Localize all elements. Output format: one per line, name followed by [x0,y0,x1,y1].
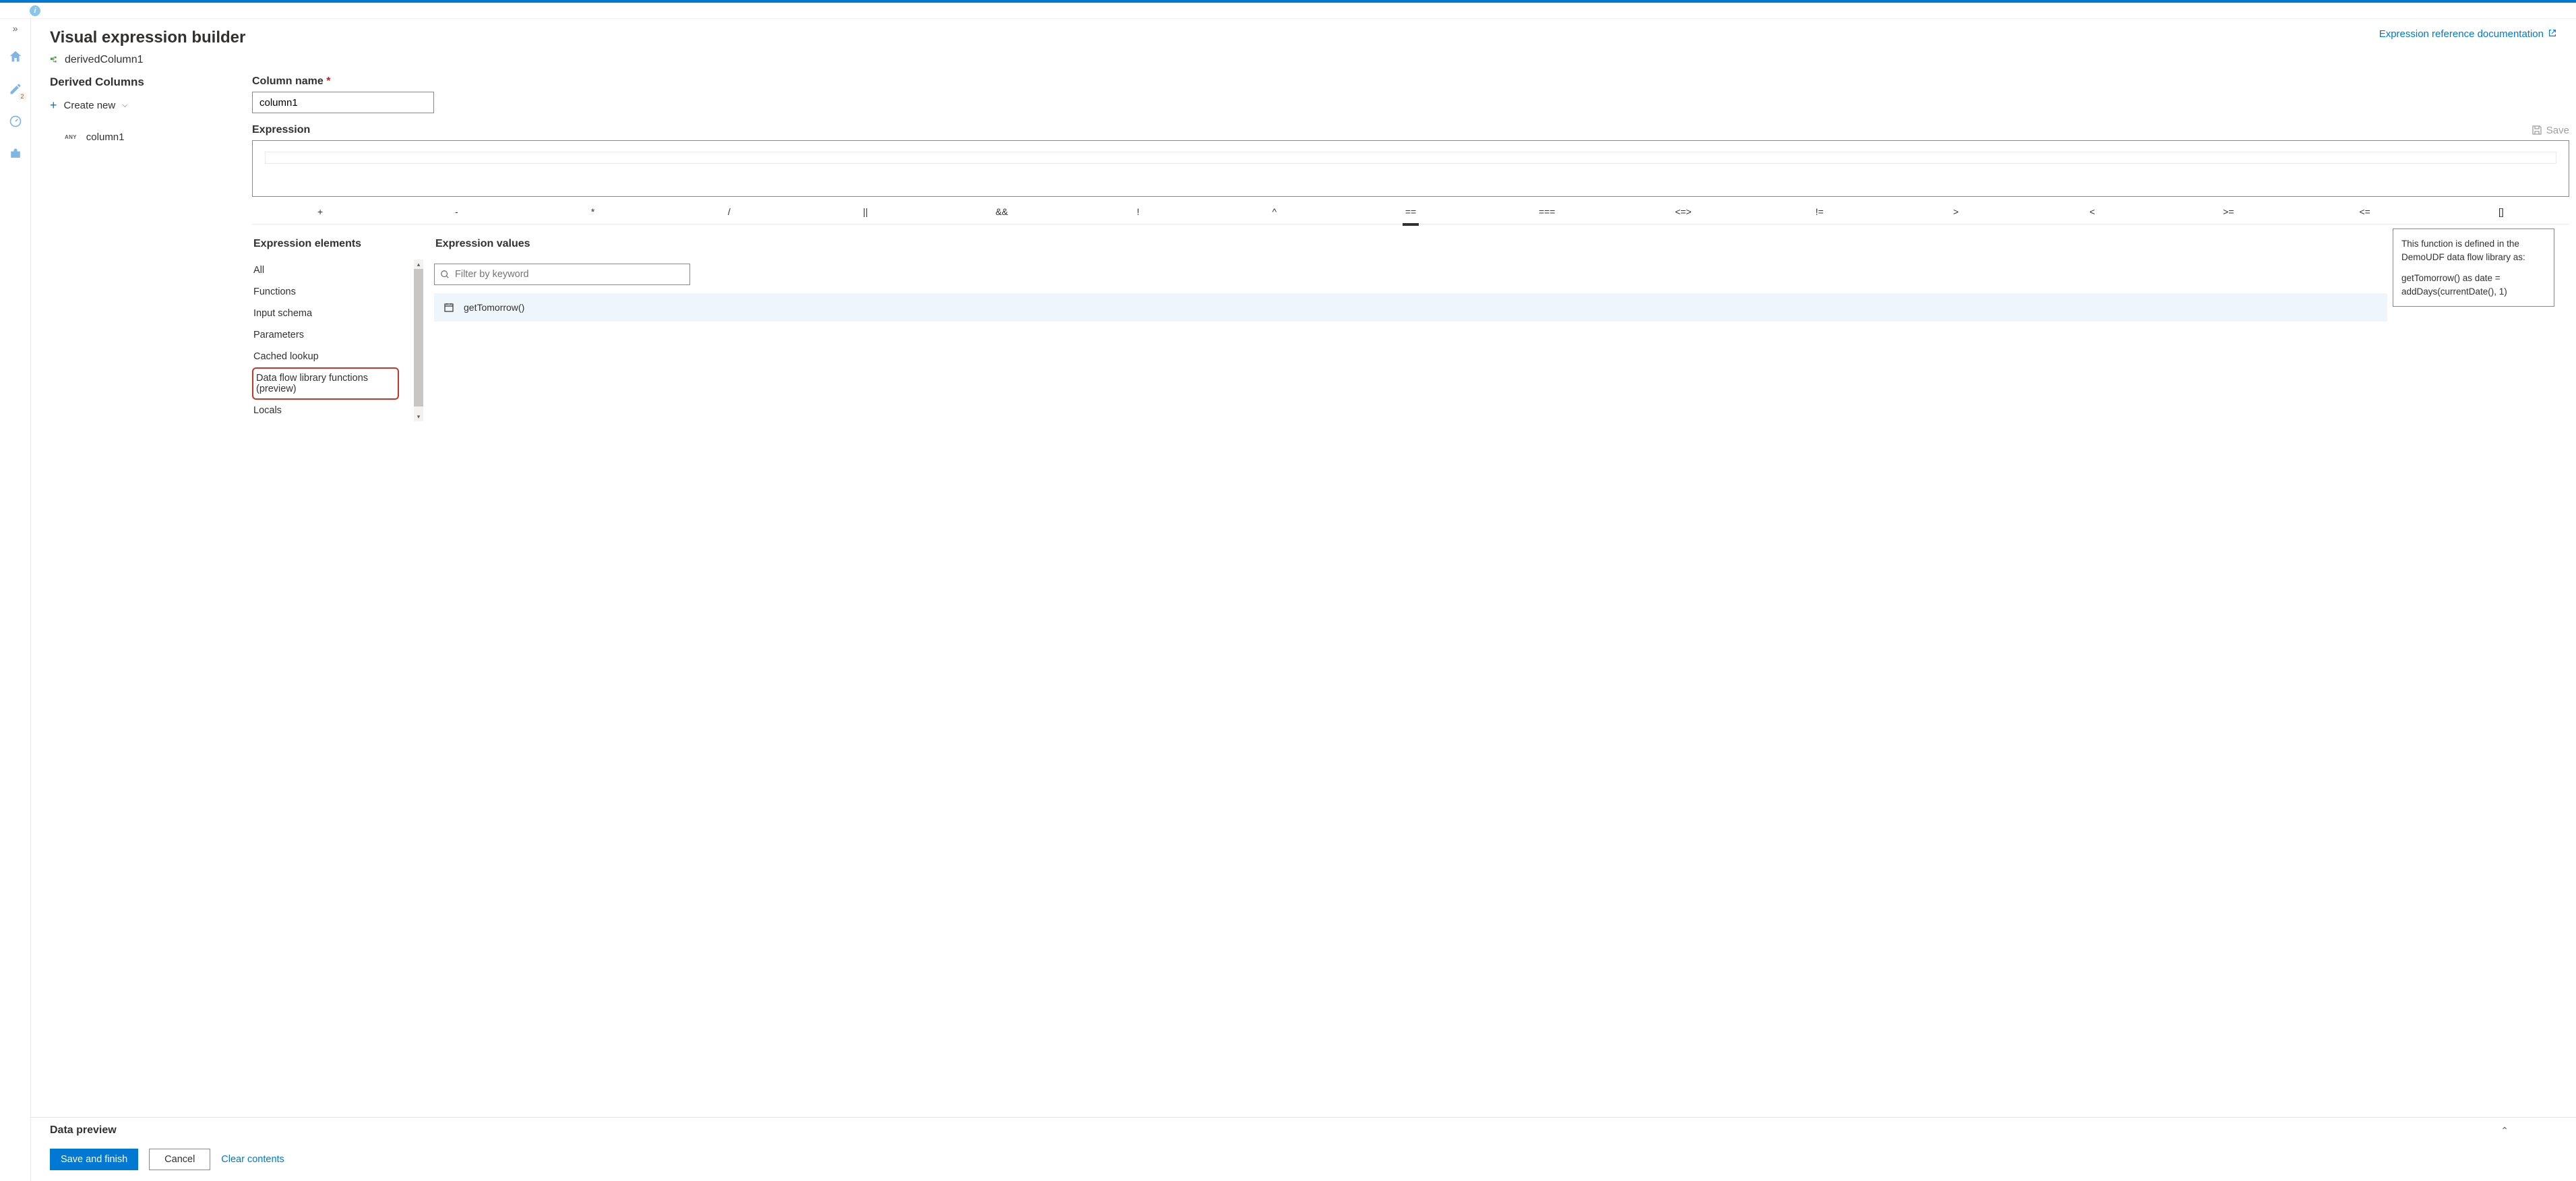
operator-button[interactable]: - [388,202,524,221]
operator-bar: +-*/||&&!^=====<=>!=><>=<=[] [252,202,2569,224]
operator-button[interactable]: < [2024,202,2160,221]
chevron-down-icon: ⌵ [122,101,127,110]
save-label: Save [2546,125,2569,136]
node-icon [50,55,59,65]
operator-button[interactable]: === [1479,202,1615,221]
plus-icon: + [50,98,57,113]
tooltip-code2: addDays(currentDate(), 1) [2401,285,2546,299]
operator-button[interactable]: ^ [1206,202,1343,221]
operator-button[interactable]: + [252,202,388,221]
expression-label: Expression [252,124,310,136]
left-rail: » 2 [0,19,31,1181]
rail-gauge-button[interactable] [6,112,25,131]
data-preview-title: Data preview [50,1124,117,1137]
search-icon [440,270,450,279]
tooltip-line1: This function is defined in the DemoUDF … [2401,237,2546,264]
calendar-icon [443,302,454,313]
rail-expand-icon[interactable]: » [13,23,18,34]
page-title: Visual expression builder [50,28,245,47]
doc-link[interactable]: Expression reference documentation [2379,28,2557,40]
col-name-label: Column name * [252,75,2569,88]
value-item-label: getTomorrow() [464,302,524,313]
rail-badge: 2 [18,93,26,100]
filter-input[interactable] [455,269,684,280]
column-name-input[interactable] [252,92,434,113]
operator-button[interactable]: [] [2433,202,2569,221]
operator-button[interactable]: > [1888,202,2024,221]
operator-button[interactable]: && [933,202,1070,221]
filter-box[interactable] [434,264,690,285]
node-name: derivedColumn1 [65,54,144,66]
operator-button[interactable]: / [661,202,797,221]
create-new-button[interactable]: + Create new ⌵ [50,98,252,113]
elements-list: AllFunctionsInput schemaParametersCached… [252,260,399,421]
operator-button[interactable]: >= [2160,202,2296,221]
rail-edit-button[interactable]: 2 [6,80,25,98]
info-icon: i [30,5,40,16]
operator-button[interactable]: != [1752,202,1888,221]
footer: Save and finish Cancel Clear contents [31,1143,2576,1181]
resize-handle[interactable] [1403,223,1419,226]
info-bar: i [0,3,2576,19]
elements-title: Expression elements [252,238,414,250]
chevron-up-icon[interactable]: ⌃ [2501,1125,2509,1137]
operator-button[interactable]: <=> [1615,202,1751,221]
external-link-icon [2548,28,2557,38]
cancel-button[interactable]: Cancel [149,1149,210,1170]
values-title: Expression values [434,238,2556,250]
expression-editor[interactable] [252,140,2569,197]
create-new-label: Create new [64,100,116,111]
elements-item[interactable]: Data flow library functions (preview) [252,367,399,400]
type-chip: ANY [65,134,77,140]
elements-item[interactable]: Input schema [252,303,399,324]
elements-item[interactable]: Locals [252,400,399,421]
rail-home-button[interactable] [6,47,25,66]
function-tooltip: This function is defined in the DemoUDF … [2393,229,2554,307]
doc-link-label: Expression reference documentation [2379,28,2544,40]
elements-item[interactable]: Functions [252,281,399,303]
operator-button[interactable]: * [524,202,661,221]
rail-toolbox-button[interactable] [6,144,25,163]
clear-contents-button[interactable]: Clear contents [221,1154,284,1165]
column-item[interactable]: ANY column1 [50,131,252,143]
column-item-name: column1 [86,131,125,143]
save-finish-button[interactable]: Save and finish [50,1149,138,1170]
data-preview-bar[interactable]: Data preview ⌃ [31,1117,2576,1143]
save-expression-button[interactable]: Save [2532,125,2569,136]
tooltip-code1: getTomorrow() as date = [2401,272,2546,285]
elements-item[interactable]: Parameters [252,324,399,346]
value-row[interactable]: getTomorrow() [434,293,2387,322]
operator-button[interactable]: == [1343,202,1479,221]
operator-button[interactable]: ! [1070,202,1206,221]
elements-item[interactable]: Cached lookup [252,346,399,367]
save-icon [2532,125,2542,135]
elements-item[interactable]: All [252,260,399,281]
derived-title: Derived Columns [50,75,252,89]
operator-button[interactable]: <= [2297,202,2433,221]
operator-button[interactable]: || [797,202,933,221]
